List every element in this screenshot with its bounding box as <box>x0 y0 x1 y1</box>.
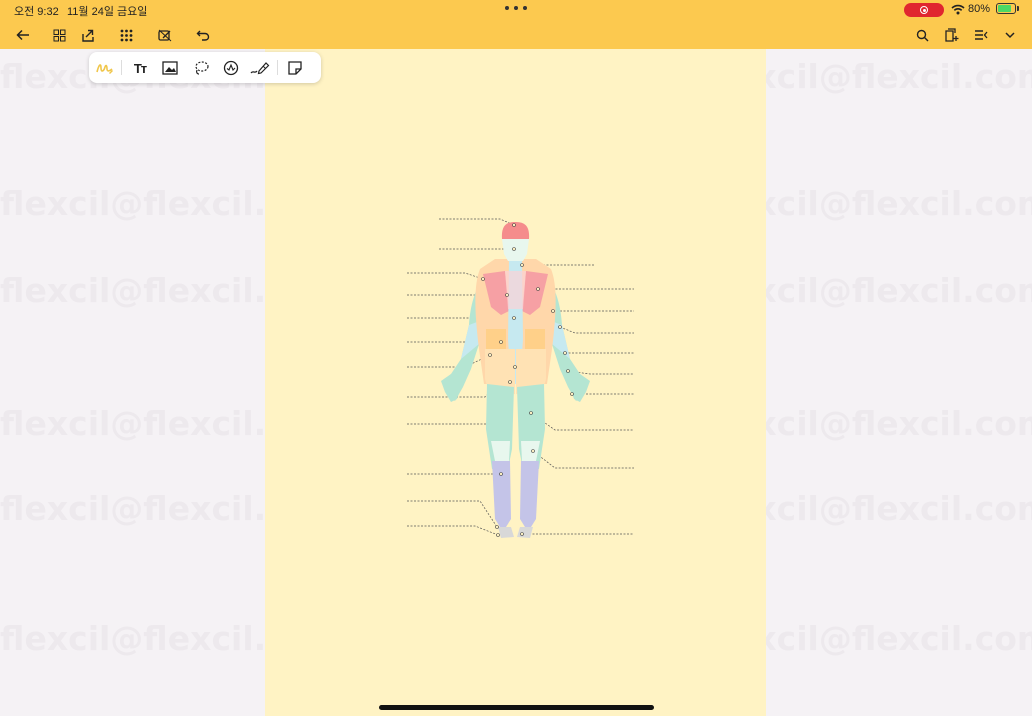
pen-icon <box>96 64 113 74</box>
pen-tool[interactable] <box>95 58 115 78</box>
battery-percent: 80% <box>968 3 991 15</box>
highlighter-icon <box>250 62 270 75</box>
tool-divider <box>277 60 278 75</box>
tool-divider <box>121 60 122 75</box>
status-date: 11월 24일 금요일 <box>67 6 148 18</box>
export-button[interactable] <box>77 25 99 45</box>
page-add-icon <box>945 28 959 42</box>
search-icon <box>916 29 928 41</box>
status-time: 오전 9:32 <box>14 6 59 18</box>
image-tool[interactable] <box>160 58 180 78</box>
app-toolbar: 오전 9:32 11월 24일 금요일 80% <box>0 0 1032 49</box>
undo-button[interactable] <box>192 25 214 45</box>
battery-cap <box>1017 6 1019 11</box>
image-icon <box>162 61 178 75</box>
more-options-button[interactable] <box>999 25 1021 45</box>
chevron-down-icon <box>1005 32 1015 39</box>
lasso-icon <box>195 61 209 75</box>
screen-recording-icon[interactable] <box>904 3 944 17</box>
highlighter-tool[interactable] <box>250 58 270 78</box>
home-indicator[interactable] <box>379 705 654 710</box>
search-button[interactable] <box>911 25 933 45</box>
add-page-button[interactable] <box>941 25 963 45</box>
lasso-tool[interactable] <box>191 58 211 78</box>
edit-off-icon <box>158 29 172 41</box>
text-tool[interactable]: Tт <box>130 58 150 78</box>
outline-button[interactable] <box>970 25 992 45</box>
sticker-tool[interactable] <box>221 58 241 78</box>
edit-mode-button[interactable] <box>154 25 176 45</box>
export-icon <box>82 29 94 42</box>
grid-view-button[interactable] <box>48 25 70 45</box>
battery-level <box>998 5 1011 12</box>
body-diagram <box>407 218 634 538</box>
notebook-page[interactable] <box>265 49 766 716</box>
grid-view-icon <box>53 29 65 41</box>
multitask-dots-icon[interactable] <box>505 6 527 12</box>
wifi-icon <box>951 4 965 15</box>
sticky-note-tool[interactable] <box>285 58 305 78</box>
sticky-note-icon <box>288 61 302 75</box>
battery-icon <box>996 3 1016 14</box>
list-menu-icon <box>975 30 988 40</box>
drawing-tool-panel: Tт <box>89 52 321 83</box>
undo-icon <box>196 30 210 41</box>
sticker-icon <box>223 60 239 76</box>
back-arrow-icon <box>16 29 29 41</box>
back-button[interactable] <box>12 25 34 45</box>
text-icon: Tт <box>133 60 147 76</box>
apps-button[interactable] <box>115 25 137 45</box>
apps-icon <box>120 29 132 41</box>
